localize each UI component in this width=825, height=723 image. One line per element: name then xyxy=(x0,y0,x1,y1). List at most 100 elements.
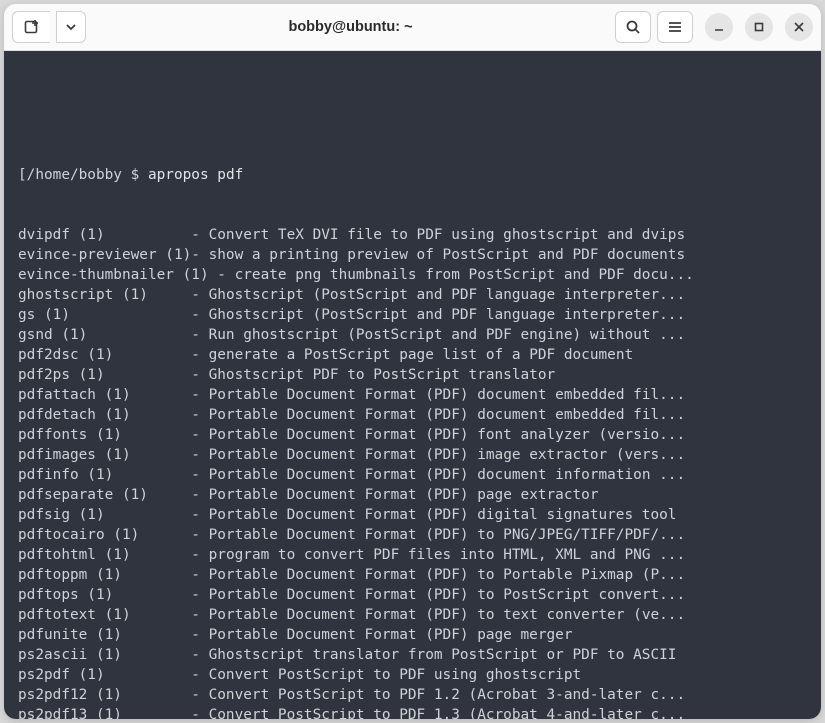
separator: - xyxy=(191,367,208,383)
output-line: pdfimages (1) - Portable Document Format… xyxy=(18,445,807,465)
separator: - xyxy=(191,567,208,583)
terminal-viewport[interactable]: [/home/bobby $ apropos pdf dvipdf (1) - … xyxy=(4,51,821,719)
prompt-cwd: [/home/bobby $ xyxy=(18,167,139,183)
man-name: pdftocairo (1) xyxy=(18,527,139,543)
man-desc: Portable Document Format (PDF) page merg… xyxy=(209,627,573,643)
separator: - xyxy=(191,467,208,483)
new-tab-icon xyxy=(23,18,41,36)
output-line: pdf2dsc (1) - generate a PostScript page… xyxy=(18,345,807,365)
man-desc: Convert PostScript to PDF 1.3 (Acrobat 4… xyxy=(209,707,686,719)
man-desc: Portable Document Format (PDF) page extr… xyxy=(209,487,599,503)
separator: - xyxy=(191,587,208,603)
maximize-button[interactable] xyxy=(745,13,773,41)
man-name: pdfunite (1) xyxy=(18,627,122,643)
man-name: pdfseparate (1) xyxy=(18,487,148,503)
output-line: ps2pdf12 (1) - Convert PostScript to PDF… xyxy=(18,685,807,705)
output-line: pdfattach (1) - Portable Document Format… xyxy=(18,385,807,405)
man-desc: Convert PostScript to PDF 1.2 (Acrobat 3… xyxy=(209,687,686,703)
man-name: ps2pdf12 (1) xyxy=(18,687,122,703)
close-icon xyxy=(793,21,805,33)
prompt-command: apropos pdf xyxy=(148,167,243,183)
separator: - xyxy=(191,387,208,403)
man-name: pdf2dsc (1) xyxy=(18,347,113,363)
man-name: pdfdetach (1) xyxy=(18,407,131,423)
prompt-line: [/home/bobby $ apropos pdf xyxy=(18,165,807,185)
output-line: ghostscript (1) - Ghostscript (PostScrip… xyxy=(18,285,807,305)
minimize-icon xyxy=(713,21,725,33)
output-line: pdftocairo (1) - Portable Document Forma… xyxy=(18,525,807,545)
output-line: ps2pdf (1) - Convert PostScript to PDF u… xyxy=(18,665,807,685)
titlebar: bobby@ubuntu: ~ xyxy=(4,4,821,51)
new-tab-menu-button[interactable] xyxy=(56,11,86,43)
new-tab-button[interactable] xyxy=(12,11,50,43)
output-line: ps2pdf13 (1) - Convert PostScript to PDF… xyxy=(18,705,807,719)
separator: - xyxy=(191,627,208,643)
separator: - xyxy=(191,407,208,423)
output-line: dvipdf (1) - Convert TeX DVI file to PDF… xyxy=(18,225,807,245)
separator: - xyxy=(191,327,208,343)
separator: - xyxy=(191,247,208,263)
output-line: gs (1) - Ghostscript (PostScript and PDF… xyxy=(18,305,807,325)
close-button[interactable] xyxy=(785,13,813,41)
man-desc: Convert PostScript to PDF using ghostscr… xyxy=(209,667,582,683)
output-line: pdfseparate (1) - Portable Document Form… xyxy=(18,485,807,505)
man-desc: Portable Document Format (PDF) document … xyxy=(209,467,686,483)
man-desc: program to convert PDF files into HTML, … xyxy=(209,547,686,563)
man-desc: Ghostscript translator from PostScript o… xyxy=(209,647,677,663)
man-name: pdftoppm (1) xyxy=(18,567,122,583)
output-line: pdffonts (1) - Portable Document Format … xyxy=(18,425,807,445)
man-name: pdffonts (1) xyxy=(18,427,122,443)
window-title: bobby@ubuntu: ~ xyxy=(288,19,412,35)
blank-line xyxy=(18,105,807,125)
man-name: pdftops (1) xyxy=(18,587,113,603)
man-desc: Ghostscript (PostScript and PDF language… xyxy=(209,307,686,323)
separator: - xyxy=(191,667,208,683)
output-line: evince-previewer (1)- show a printing pr… xyxy=(18,245,807,265)
separator: - xyxy=(191,607,208,623)
separator: - xyxy=(191,707,208,719)
man-desc: Portable Document Format (PDF) font anal… xyxy=(209,427,686,443)
separator: - xyxy=(191,287,208,303)
output-line: pdftoppm (1) - Portable Document Format … xyxy=(18,565,807,585)
man-name: pdfattach (1) xyxy=(18,387,131,403)
separator: - xyxy=(191,527,208,543)
separator: - xyxy=(191,227,208,243)
output-line: pdfunite (1) - Portable Document Format … xyxy=(18,625,807,645)
minimize-button[interactable] xyxy=(705,13,733,41)
man-name: ghostscript (1) xyxy=(18,287,148,303)
separator: - xyxy=(191,307,208,323)
man-desc: Ghostscript PDF to PostScript translator xyxy=(209,367,556,383)
separator: - xyxy=(191,547,208,563)
search-icon xyxy=(625,19,641,35)
menu-button[interactable] xyxy=(657,11,693,43)
maximize-icon xyxy=(753,21,765,33)
separator: - xyxy=(191,687,208,703)
man-desc: Portable Document Format (PDF) document … xyxy=(209,407,686,423)
output-line: pdf2ps (1) - Ghostscript PDF to PostScri… xyxy=(18,365,807,385)
search-button[interactable] xyxy=(615,11,651,43)
separator: - xyxy=(209,267,235,283)
man-name: evince-thumbnailer (1) xyxy=(18,267,209,283)
separator: - xyxy=(191,447,208,463)
man-desc: Portable Document Format (PDF) to text c… xyxy=(209,607,686,623)
man-desc: Portable Document Format (PDF) to PNG/JP… xyxy=(209,527,686,543)
output-line: pdfsig (1) - Portable Document Format (P… xyxy=(18,505,807,525)
man-name: pdfsig (1) xyxy=(18,507,105,523)
man-desc: Portable Document Format (PDF) to PostSc… xyxy=(209,587,686,603)
terminal-window: bobby@ubuntu: ~ xyxy=(4,4,821,719)
man-name: evince-previewer (1) xyxy=(18,247,191,263)
man-desc: Portable Document Format (PDF) digital s… xyxy=(209,507,677,523)
man-name: pdftotext (1) xyxy=(18,607,131,623)
output-line: ps2ascii (1) - Ghostscript translator fr… xyxy=(18,645,807,665)
separator: - xyxy=(191,507,208,523)
output-line: gsnd (1) - Run ghostscript (PostScript a… xyxy=(18,325,807,345)
man-desc: Run ghostscript (PostScript and PDF engi… xyxy=(209,327,686,343)
man-name: pdfimages (1) xyxy=(18,447,131,463)
man-desc: Ghostscript (PostScript and PDF language… xyxy=(209,287,686,303)
man-name: pdf2ps (1) xyxy=(18,367,105,383)
man-desc: Convert TeX DVI file to PDF using ghosts… xyxy=(209,227,686,243)
man-name: dvipdf (1) xyxy=(18,227,105,243)
output-line: pdftops (1) - Portable Document Format (… xyxy=(18,585,807,605)
separator: - xyxy=(191,647,208,663)
output-line: pdftohtml (1) - program to convert PDF f… xyxy=(18,545,807,565)
